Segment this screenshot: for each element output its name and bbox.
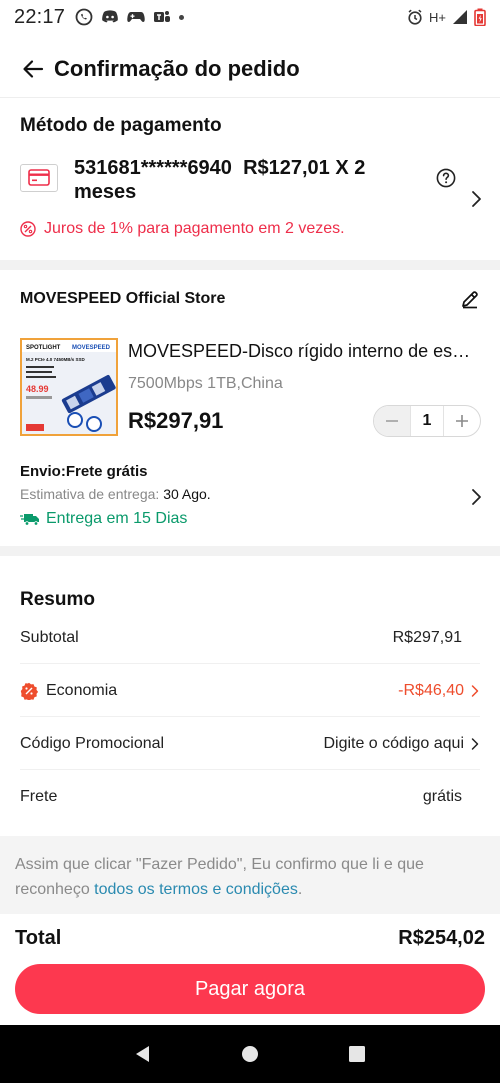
shipping-label: Envio:Frete grátis [20,463,148,480]
promo-code-row[interactable]: Código Promocional Digite o código aqui [20,718,480,770]
back-button[interactable] [18,54,48,84]
notification-icons [75,8,185,26]
decrease-quantity-button[interactable] [374,406,410,436]
battery-icon [474,8,486,26]
pay-now-button[interactable]: Pagar agora [15,964,485,1014]
more-notifications-dot [179,14,185,20]
alarm-icon [408,9,422,25]
store-name: MOVESPEED Official Store [20,290,226,307]
system-icons: H+ [407,8,486,26]
promo-code-input[interactable]: Digite o código aqui [323,735,464,753]
shipping-options-chevron-icon[interactable] [470,488,482,511]
delivery-days-text: Entrega em 15 Dias [46,510,188,527]
product-variant: 7500Mbps 1TB,China [128,375,283,392]
status-bar: 22:17 H+ [0,0,500,34]
total-value: R$254,02 [398,927,485,949]
thumb-price: 48.99 [26,384,49,394]
subtotal-row: Subtotal R$297,91 [20,612,480,664]
economy-row[interactable]: Economia -R$46,40 [20,665,480,717]
status-time: 22:17 [14,5,66,28]
edit-icon[interactable] [460,289,480,314]
game-controller-icon [127,12,145,22]
help-icon[interactable] [436,168,456,193]
shipping-fee-row: Frete grátis [20,771,480,823]
subtotal-value: R$297,91 [392,628,462,646]
subtotal-label: Subtotal [20,628,79,646]
minus-icon [386,420,398,422]
product-title[interactable]: MOVESPEED-Disco rígido interno de es… [128,341,483,362]
economy-value-group: -R$46,40 [398,682,480,700]
discount-badge-icon [20,682,38,700]
delivery-time: Entrega em 15 Dias [20,510,187,528]
thumb-brand-right: MOVESPEED [72,345,111,351]
section-divider [0,546,500,556]
quantity-stepper: 1 [373,405,481,437]
increase-quantity-button[interactable] [444,406,480,436]
economy-label: Economia [46,681,118,699]
system-navigation-bar [0,1025,500,1083]
card-number: 531681******6940 [74,157,232,179]
chevron-right-icon [471,737,479,750]
whatsapp-icon [75,8,93,26]
quantity-value[interactable]: 1 [410,406,444,436]
credit-card-icon [20,164,58,197]
estimate-date: 30 Ago. [163,486,211,502]
estimate-label: Estimativa de entrega: [20,486,160,502]
economy-value: -R$46,40 [398,681,464,699]
shipping-fee-value: grátis [422,788,462,805]
promo-label: Código Promocional [20,734,165,752]
promo-value-group: Digite o código aqui [323,735,480,753]
payment-section-title: Método de pagamento [20,115,222,136]
thumb-heading: M.2 PCIe 4.0 7450MB/s SSD [26,357,86,362]
chevron-right-icon [471,684,479,697]
delivery-truck-icon [20,514,39,526]
recents-square-icon[interactable] [347,1044,367,1064]
plus-icon [456,415,468,427]
app-header: Confirmação do pedido [0,40,500,98]
terms-link[interactable]: todos os termos e condições [94,881,298,898]
product-thumbnail[interactable]: SPOTLIGHT MOVESPEED M.2 PCIe 4.0 7450MB/… [20,338,118,436]
signal-icon [453,10,467,24]
network-type: H+ [429,9,446,25]
summary-title: Resumo [20,589,95,610]
teams-icon [154,11,171,22]
terms-notice: Assim que clicar "Fazer Pedido", Eu conf… [0,836,500,914]
section-divider [0,260,500,270]
discord-icon [102,10,118,23]
interest-notice: Juros de 1% para pagamento em 2 vezes. [20,220,345,238]
economy-label-group: Economia [20,682,117,700]
home-circle-icon[interactable] [240,1044,260,1064]
delivery-estimate: Estimativa de entrega: 30 Ago. [20,486,211,502]
terms-end: . [297,881,303,898]
total-label: Total [15,927,62,949]
shipping-fee-label: Frete [20,788,58,805]
interest-text: Juros de 1% para pagamento em 2 vezes. [44,220,345,237]
payment-card-summary[interactable]: 531681******6940 R$127,01 X 2 meses [74,156,424,204]
thumb-brand-left: SPOTLIGHT [26,345,61,351]
chevron-right-icon[interactable] [470,190,482,213]
arrow-left-icon [23,59,44,78]
product-price: R$297,91 [128,408,224,433]
page-title: Confirmação do pedido [54,55,300,81]
back-triangle-icon[interactable] [133,1044,153,1064]
percent-circle-icon [20,221,36,237]
